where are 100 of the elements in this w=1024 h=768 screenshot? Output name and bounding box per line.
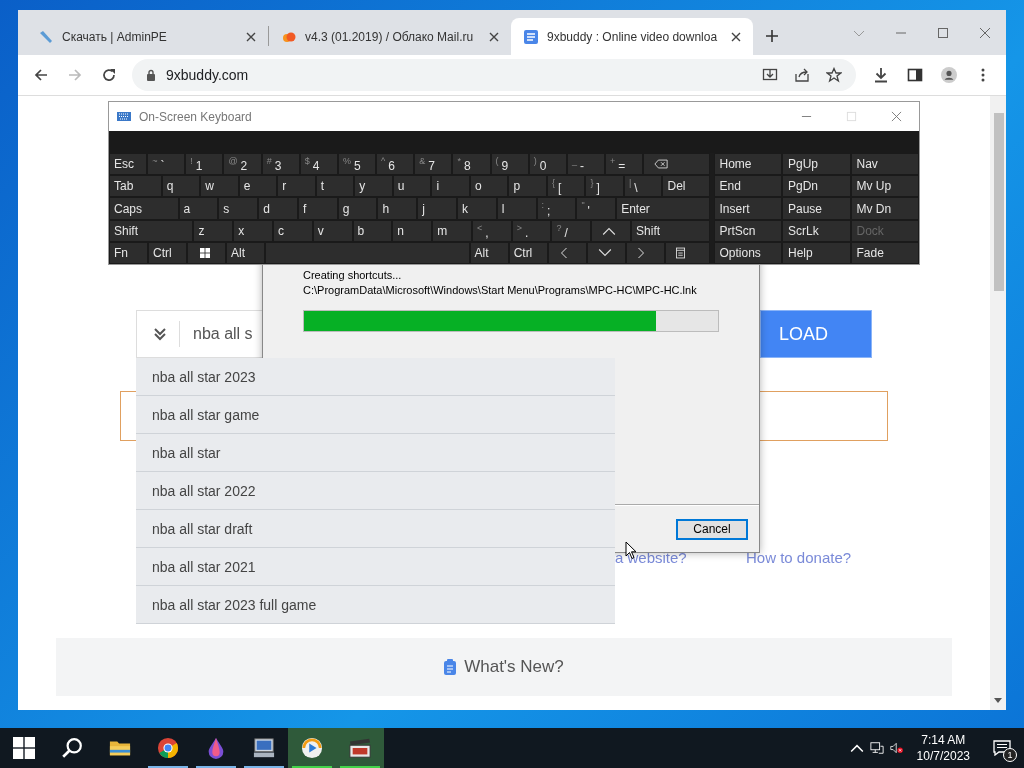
key[interactable]: $ 4 <box>299 153 338 176</box>
suggestion-item[interactable]: nba all star 2021 <box>136 548 615 586</box>
key[interactable]: PgDn <box>782 175 851 198</box>
key[interactable]: Mv Dn <box>850 197 919 220</box>
key[interactable]: _ - <box>566 153 606 176</box>
side-panel-icon[interactable] <box>907 67 923 83</box>
key[interactable]: Help <box>782 241 851 264</box>
suggestion-item[interactable]: nba all star game <box>136 396 615 434</box>
browser-tab[interactable]: 9xbuddy : Online video downloa <box>511 18 753 55</box>
star-icon[interactable] <box>826 67 842 83</box>
key[interactable]: a <box>178 197 219 220</box>
key[interactable]: i <box>431 175 470 198</box>
key[interactable]: q <box>161 175 201 198</box>
key[interactable]: " ' <box>576 197 617 220</box>
key[interactable]: w <box>200 175 239 198</box>
install-icon[interactable] <box>762 67 778 83</box>
key[interactable]: Insert <box>713 197 782 220</box>
key[interactable]: r <box>277 175 316 198</box>
muted-speaker-icon[interactable] <box>889 741 904 755</box>
key[interactable]: & 7 <box>414 153 453 176</box>
key[interactable]: Nav <box>850 153 919 176</box>
key[interactable]: : ; <box>536 197 577 220</box>
key[interactable]: u <box>392 175 432 198</box>
key[interactable]: Del <box>662 175 710 198</box>
key[interactable]: ~ ` <box>147 153 186 176</box>
network-icon[interactable] <box>869 741 884 755</box>
key[interactable] <box>591 219 632 242</box>
key[interactable]: t <box>315 175 355 198</box>
close-icon[interactable] <box>731 31 741 42</box>
scrollbar-thumb[interactable] <box>994 113 1004 291</box>
whats-new-bar[interactable]: What's New? <box>56 638 952 696</box>
key[interactable]: l <box>496 197 537 220</box>
key[interactable] <box>187 241 227 264</box>
profile-icon[interactable] <box>941 67 957 83</box>
key[interactable]: ( 9 <box>490 153 529 176</box>
key[interactable]: # 3 <box>261 153 300 176</box>
suggestion-item[interactable]: nba all star draft <box>136 510 615 548</box>
cancel-button[interactable]: Cancel <box>676 518 748 540</box>
share-icon[interactable] <box>794 67 810 83</box>
key[interactable]: ? / <box>551 219 592 242</box>
maximize-icon[interactable] <box>937 26 949 39</box>
key[interactable]: x <box>233 219 273 242</box>
key[interactable]: Esc <box>109 153 148 176</box>
key[interactable]: Ctrl <box>148 241 188 264</box>
key[interactable]: Tab <box>109 175 162 198</box>
clock[interactable]: 7:14 AM 10/7/2023 <box>906 728 980 768</box>
browser-tab[interactable]: Скачать | AdminPE <box>26 18 268 55</box>
double-chevron-icon[interactable] <box>153 327 167 341</box>
taskbar-app[interactable] <box>288 728 336 768</box>
key[interactable]: Pause <box>782 197 851 220</box>
key[interactable]: Mv Up <box>850 175 919 198</box>
key[interactable]: j <box>417 197 458 220</box>
key[interactable]: m <box>432 219 472 242</box>
key[interactable]: h <box>377 197 418 220</box>
key[interactable]: End <box>713 175 782 198</box>
key[interactable]: @ 2 <box>223 153 262 176</box>
key[interactable]: Shift <box>109 219 194 242</box>
key[interactable]: n <box>392 219 433 242</box>
notifications-button[interactable]: 1 <box>980 728 1024 768</box>
key[interactable]: z <box>193 219 234 242</box>
key[interactable]: o <box>469 175 509 198</box>
key[interactable]: Shift <box>631 219 710 242</box>
browser-tab[interactable]: v4.3 (01.2019) / Облако Mail.ru <box>269 18 511 55</box>
back-arrow-icon[interactable] <box>33 67 49 83</box>
key[interactable]: Enter <box>616 197 710 220</box>
address-bar[interactable]: 9xbuddy.com <box>132 59 856 91</box>
key[interactable]: ) 0 <box>528 153 567 176</box>
key[interactable]: { [ <box>546 175 586 198</box>
key[interactable]: Home <box>713 153 782 176</box>
key[interactable]: e <box>238 175 278 198</box>
key[interactable]: ^ 6 <box>376 153 415 176</box>
download-button[interactable]: LOAD <box>760 310 872 358</box>
suggestion-item[interactable]: nba all star <box>136 434 615 472</box>
key[interactable]: Options <box>713 241 782 264</box>
down-arrow-icon[interactable] <box>994 698 1002 704</box>
key[interactable]: Fn <box>109 241 149 264</box>
suggestion-item[interactable]: nba all star 2023 <box>136 358 615 396</box>
key[interactable]: y <box>354 175 393 198</box>
key[interactable]: c <box>273 219 313 242</box>
suggestion-item[interactable]: nba all star 2023 full game <box>136 586 615 624</box>
key[interactable]: PgUp <box>782 153 851 176</box>
key[interactable]: + = <box>605 153 644 176</box>
key[interactable]: g <box>337 197 378 220</box>
download-icon[interactable] <box>873 67 889 83</box>
key[interactable]: * 8 <box>452 153 491 176</box>
reload-icon[interactable] <box>101 67 117 83</box>
close-icon[interactable] <box>979 26 991 39</box>
key[interactable]: s <box>218 197 259 220</box>
close-icon[interactable] <box>246 31 256 42</box>
close-icon[interactable] <box>489 31 499 42</box>
scrollbar[interactable] <box>990 96 1006 710</box>
key[interactable]: Alt <box>226 241 266 264</box>
key[interactable]: PrtScn <box>713 219 782 242</box>
plus-icon[interactable] <box>765 29 779 43</box>
suggestion-item[interactable]: nba all star 2022 <box>136 472 615 510</box>
key[interactable]: % 5 <box>337 153 377 176</box>
key[interactable]: ! 1 <box>185 153 224 176</box>
key[interactable]: f <box>297 197 338 220</box>
key[interactable]: d <box>258 197 298 220</box>
key[interactable]: | \ <box>623 175 663 198</box>
